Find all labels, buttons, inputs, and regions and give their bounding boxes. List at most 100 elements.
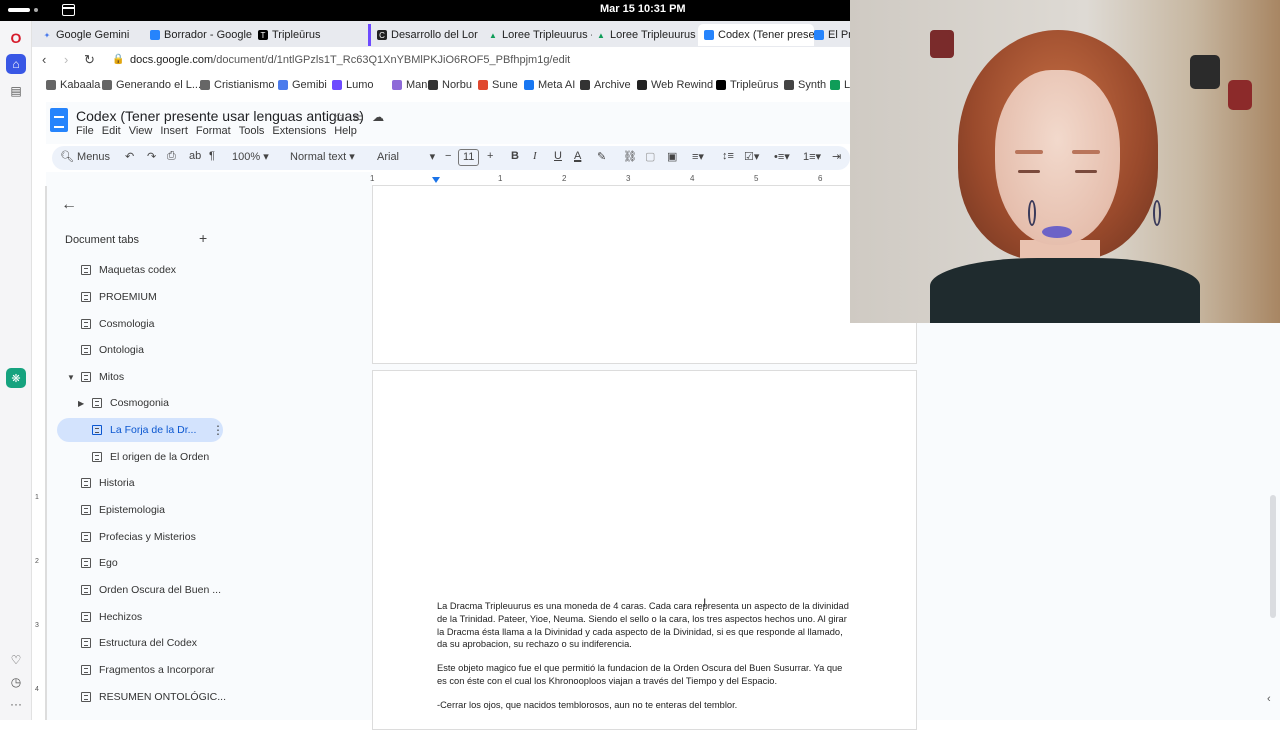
undo-icon[interactable]: ↶ — [125, 150, 134, 163]
indent-icon[interactable]: ⇥ — [832, 150, 841, 163]
tab-item[interactable]: Ego — [81, 551, 118, 575]
spellcheck-icon[interactable]: ab — [189, 150, 201, 162]
browser-tab-active[interactable]: Codex (Tener presen — [698, 24, 814, 46]
more-icon[interactable]: ··· — [6, 694, 26, 714]
body-paragraph[interactable]: -Cerrar los ojos, que nacidos tembloroso… — [437, 699, 851, 712]
text-color-icon[interactable]: A — [574, 150, 581, 162]
paint-format-icon[interactable]: ¶ — [209, 150, 215, 162]
chevron-left-icon[interactable]: ‹ — [1267, 693, 1271, 705]
body-paragraph[interactable]: La Dracma Tripleuurus es una moneda de 4… — [437, 600, 851, 651]
bookmark-item[interactable]: Gemibi — [278, 79, 327, 91]
browser-tab[interactable]: El Pri — [808, 24, 850, 46]
back-icon[interactable]: ‹ — [42, 52, 46, 67]
tab-item[interactable]: Cosmologia — [81, 312, 154, 336]
bookmark-item[interactable]: Sune — [478, 79, 518, 91]
body-paragraph[interactable]: Este objeto magico fue el que permitió l… — [437, 662, 851, 688]
browser-tab[interactable]: ✦ Google Gemini — [36, 24, 144, 46]
lock-icon[interactable]: 🔒 — [112, 54, 124, 65]
system-clock[interactable]: Mar 15 10:31 PM — [600, 3, 686, 15]
tab-item[interactable]: Epistemologia — [81, 498, 165, 522]
browser-tab[interactable]: Borrador - Google D — [144, 24, 252, 46]
bookmark-item[interactable]: Norbu — [428, 79, 472, 91]
tab-item[interactable]: Orden Oscura del Buen ... — [81, 578, 221, 602]
browser-tab[interactable]: C Desarrollo del Lore — [368, 24, 478, 46]
collapse-caret-icon[interactable]: ▼ — [67, 373, 75, 382]
decrease-font-icon[interactable]: − — [445, 150, 451, 162]
menu-file[interactable]: File — [76, 125, 94, 137]
bulleted-list-icon[interactable]: •≡▾ — [774, 150, 790, 163]
indent-marker[interactable] — [432, 177, 440, 183]
bookmark-item[interactable]: Synth — [784, 79, 826, 91]
tab-item[interactable]: Mitos — [81, 365, 124, 389]
horizontal-ruler[interactable]: 1 1 2 3 4 5 6 — [370, 172, 850, 186]
add-tab-icon[interactable]: + — [199, 230, 207, 246]
redo-icon[interactable]: ↷ — [147, 150, 156, 163]
align-icon[interactable]: ≡▾ — [692, 150, 704, 163]
tab-item-selected[interactable]: La Forja de la Dr... ⋮ — [57, 418, 224, 442]
history-clock-icon[interactable]: ◷ — [6, 672, 26, 692]
menu-tools[interactable]: Tools — [239, 125, 265, 137]
back-arrow-icon[interactable]: ← — [61, 196, 77, 214]
menu-format[interactable]: Format — [196, 125, 231, 137]
reload-icon[interactable]: ↻ — [84, 52, 95, 68]
increase-font-icon[interactable]: + — [487, 150, 493, 162]
tab-item[interactable]: Ontologia — [81, 338, 144, 362]
tab-item[interactable]: El origen de la Orden — [92, 445, 209, 469]
image-icon[interactable]: ▣ — [667, 150, 677, 163]
forward-icon[interactable]: › — [64, 52, 68, 67]
menu-view[interactable]: View — [129, 125, 153, 137]
bold-icon[interactable]: B — [511, 150, 519, 162]
tab-item[interactable]: PROEMIUM — [81, 285, 157, 309]
tab-list-icon[interactable]: ▤ — [6, 81, 26, 101]
highlight-icon[interactable]: ✎ — [597, 150, 606, 163]
line-spacing-icon[interactable]: ↕≡ — [722, 150, 734, 162]
heart-icon[interactable]: ♡ — [6, 650, 26, 670]
bookmark-item[interactable]: Web Rewind — [637, 79, 713, 91]
bookmark-item[interactable]: Archive — [580, 79, 631, 91]
menu-insert[interactable]: Insert — [160, 125, 188, 137]
tab-item[interactable]: Fragmentos a Incorporar — [81, 658, 215, 682]
cloud-status-icon[interactable]: ☁ — [372, 110, 384, 124]
bookmark-item[interactable]: Meta AI — [524, 79, 575, 91]
tab-options-icon[interactable]: ⋮ — [212, 423, 224, 437]
window-icon[interactable] — [62, 4, 75, 16]
font-select[interactable]: Arial ▾ — [377, 150, 435, 163]
expand-caret-icon[interactable]: ▶ — [78, 399, 84, 408]
document-page[interactable] — [372, 186, 917, 364]
bookmark-item[interactable]: Generando el L... — [102, 79, 201, 91]
tab-item[interactable]: Hechizos — [81, 605, 142, 629]
font-size-input[interactable]: 11 — [458, 149, 480, 166]
bookmark-item[interactable]: Lumo — [332, 79, 374, 91]
scrollbar-thumb[interactable] — [1270, 495, 1276, 618]
zoom-select[interactable]: 100% ▾ — [232, 150, 269, 163]
browser-tab[interactable]: ▲ Loree Tripleuurus - — [482, 24, 592, 46]
bookmark-item[interactable]: Tripleūrus — [716, 79, 779, 91]
menu-edit[interactable]: Edit — [102, 125, 121, 137]
document-title[interactable]: Codex (Tener presente usar lenguas antig… — [76, 108, 364, 124]
tab-item[interactable]: Cosmogonia — [92, 391, 169, 415]
style-select[interactable]: Normal text ▾ — [290, 150, 355, 163]
tab-item[interactable]: Estructura del Codex — [81, 631, 197, 655]
numbered-list-icon[interactable]: 1≡▾ — [803, 150, 821, 163]
checklist-icon[interactable]: ☑▾ — [744, 150, 759, 163]
vertical-ruler[interactable]: 1 2 3 4 — [32, 186, 46, 720]
document-page[interactable]: La Dracma Tripleuurus es una moneda de 4… — [372, 370, 917, 730]
italic-icon[interactable]: I — [533, 150, 537, 162]
tab-item[interactable]: Historia — [81, 471, 135, 495]
browser-tab[interactable]: ▲ Loree Tripleuurus - — [590, 24, 698, 46]
star-icon[interactable]: ☆ — [334, 110, 345, 124]
opera-logo-icon[interactable]: O — [6, 28, 26, 48]
underline-icon[interactable]: U — [554, 150, 562, 162]
bookmark-item[interactable]: Cristianismo — [200, 79, 275, 91]
menu-extensions[interactable]: Extensions — [272, 125, 326, 137]
search-menus-button[interactable]: 🔍︎ Menus — [60, 150, 110, 163]
google-docs-logo-icon[interactable] — [50, 108, 68, 132]
tab-item[interactable]: Maquetas codex — [81, 258, 176, 282]
url-field[interactable]: docs.google.com/document/d/1ntlGPzls1T_R… — [130, 54, 570, 66]
browser-tab[interactable]: T Tripleūrus — [252, 24, 362, 46]
menu-help[interactable]: Help — [334, 125, 357, 137]
bookmark-item[interactable]: Kabaala — [46, 79, 100, 91]
home-icon[interactable]: ⌂ — [6, 54, 26, 74]
tab-item[interactable]: RESUMEN ONTOLÓGIC... — [81, 685, 226, 709]
activities-indicator[interactable] — [8, 8, 30, 12]
